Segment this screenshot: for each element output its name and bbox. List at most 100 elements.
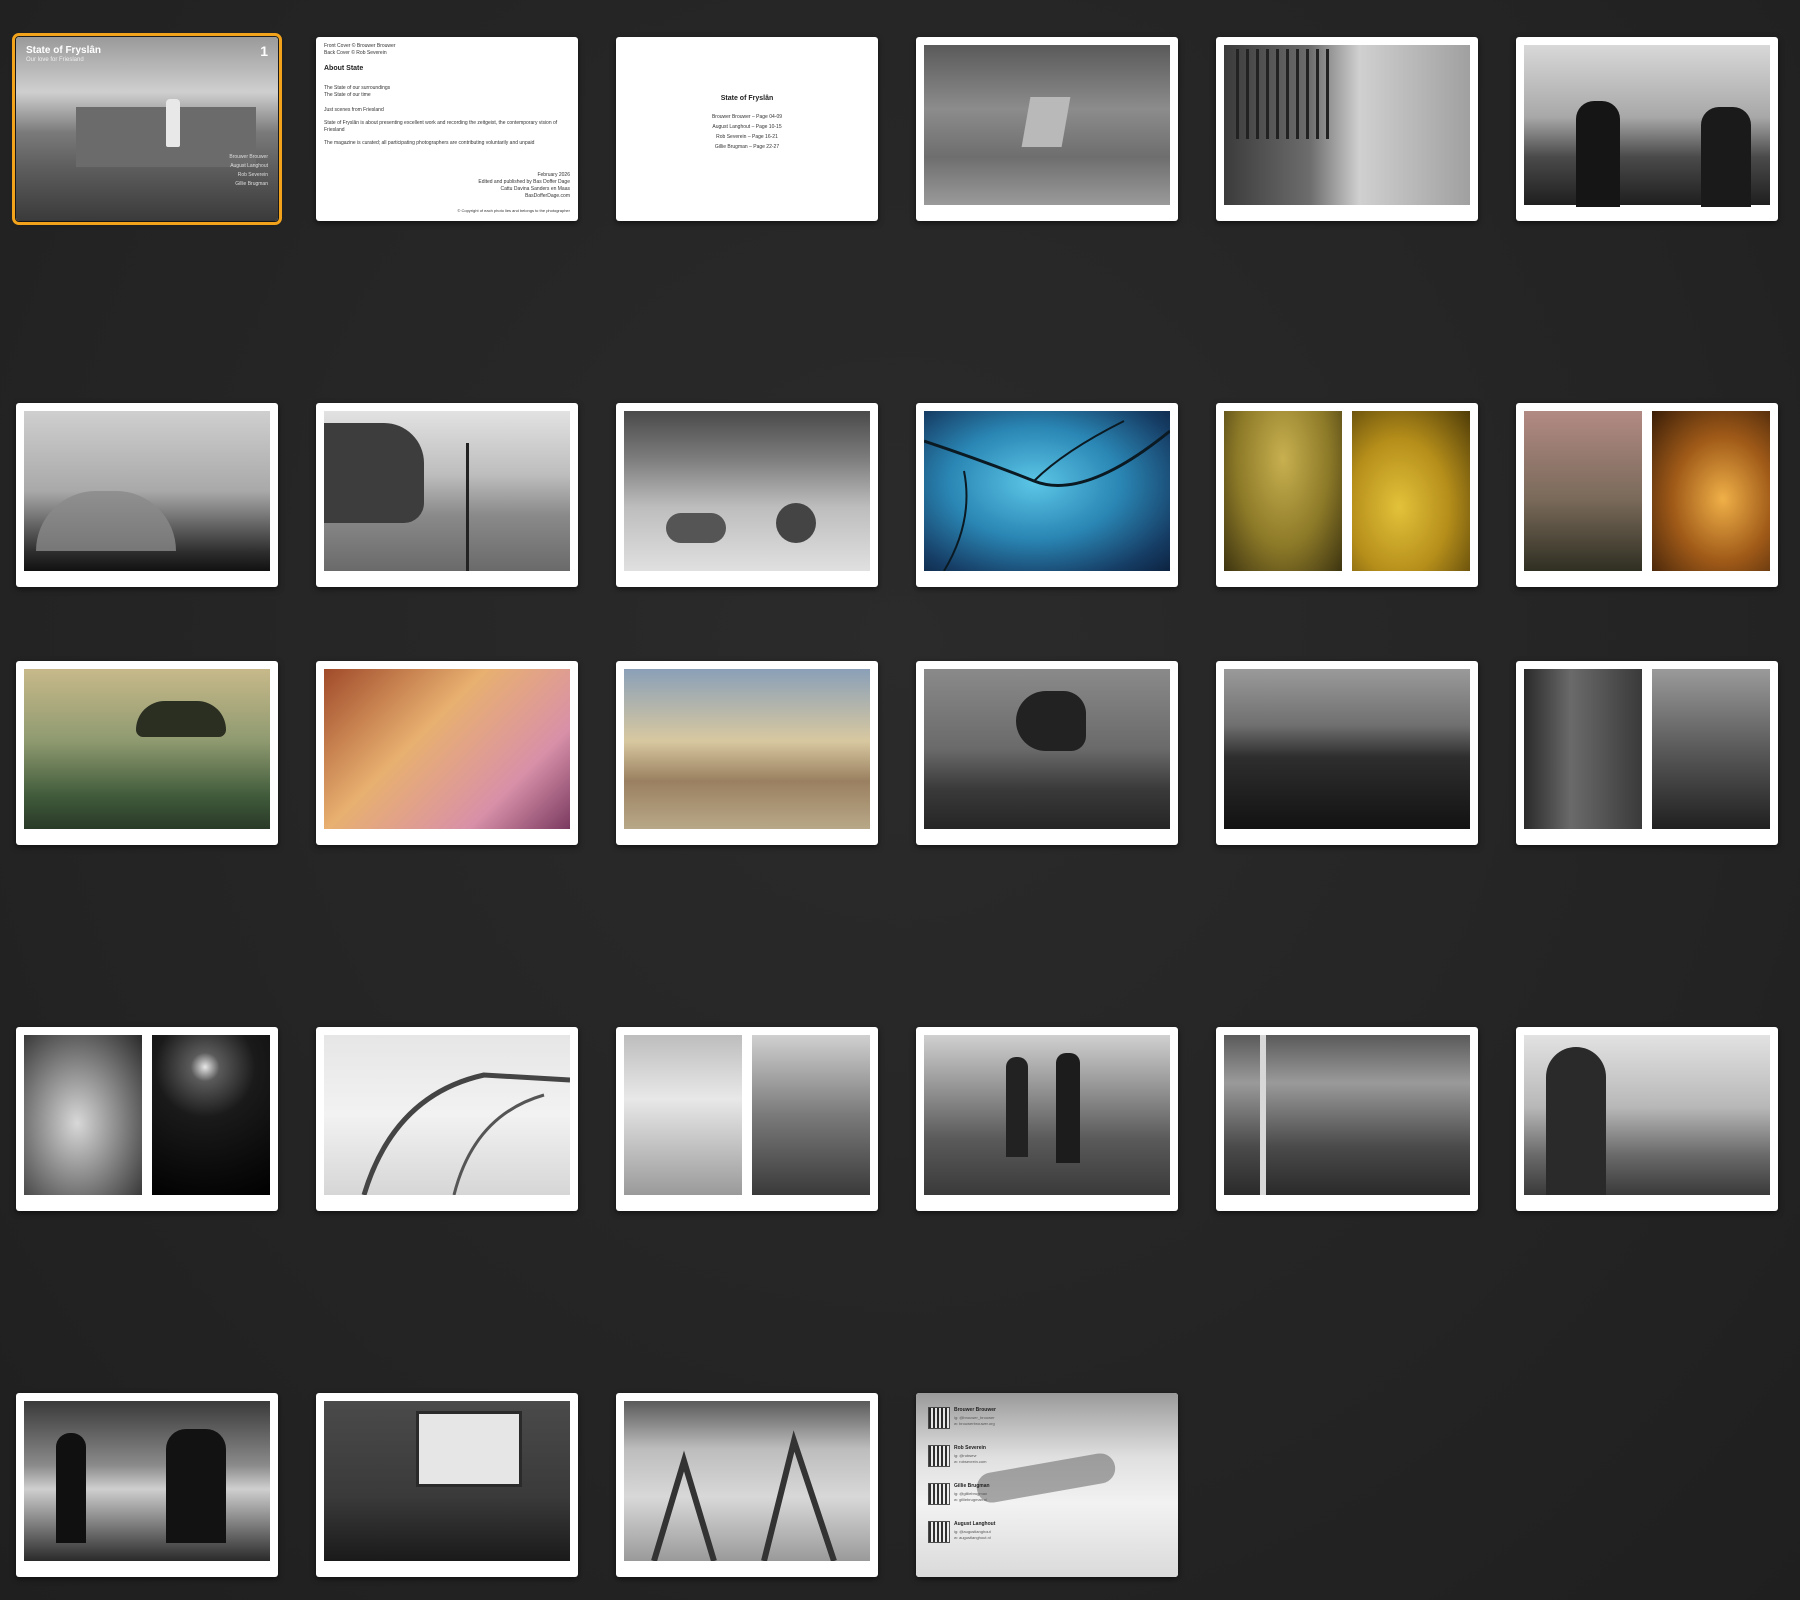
person-shape	[776, 503, 816, 543]
photo-green-pine	[24, 669, 270, 829]
qr-code-icon[interactable]	[928, 1483, 950, 1505]
contents-list: Brouwer Brouwer – Page 04-09 August Lang…	[616, 112, 878, 152]
page-thumbnail[interactable]	[316, 661, 578, 845]
photo-pink-tree	[1524, 411, 1642, 571]
page-thumbnail[interactable]	[616, 1027, 878, 1211]
man-shape	[1701, 107, 1751, 207]
page-thumbnail[interactable]	[316, 403, 578, 587]
footer-line: Cattu Davina Sanders en Maas	[500, 186, 570, 192]
page-thumbnail-contents[interactable]: State of Fryslân Brouwer Brouwer – Page …	[616, 37, 878, 221]
footer-line: February 2026	[537, 172, 570, 178]
cover-photographers: Brouwer Brouwer August Langhout Rob Seve…	[229, 153, 268, 189]
about-line: The magazine is curated; all participati…	[324, 140, 535, 146]
page-thumbnail-back-cover[interactable]: Brouwer Brouwer ig: @brouwer_brouwer w: …	[916, 1393, 1178, 1577]
footer-line: BasDofferDage.com	[525, 193, 570, 199]
page-thumbnail[interactable]	[616, 661, 878, 845]
page-thumbnail[interactable]	[1516, 37, 1778, 221]
photo-autumn-mist	[324, 669, 570, 829]
snow-track-graphic	[361, 1072, 570, 1195]
footer-line: Edited and published by Bas Doffer Dage	[478, 179, 570, 185]
window-shape	[416, 1411, 522, 1487]
child-shape	[166, 1429, 226, 1543]
cyclist-shape	[1546, 1047, 1606, 1195]
qr-code-icon[interactable]	[928, 1521, 950, 1543]
photo-snow-tracks	[624, 1035, 742, 1195]
page-thumbnail-about[interactable]: Front Cover © Brouwer Brouwer Back Cover…	[316, 37, 578, 221]
contact-line: w: robsevrein.com	[954, 1459, 987, 1464]
photo-log-gathering	[924, 1035, 1170, 1195]
page-thumbnail[interactable]	[316, 1393, 578, 1577]
about-footer: February 2026 Edited and published by Ba…	[478, 172, 570, 200]
contact-line: ig: @robsevr	[954, 1453, 977, 1458]
about-text: The State of our surroundings The State …	[324, 85, 564, 147]
page-thumbnail-cover[interactable]: State of Fryslân Our love for Friesland …	[12, 33, 282, 225]
child-shape	[56, 1433, 86, 1543]
cover-subtitle: Our love for Friesland	[26, 57, 84, 63]
page-thumbnail[interactable]	[616, 1393, 878, 1577]
photo-old-house	[1652, 669, 1770, 829]
cover-name: Brouwer Brouwer	[229, 154, 268, 160]
about-line: The State of our surroundings	[324, 85, 391, 91]
page-thumbnail[interactable]	[16, 403, 278, 587]
credit-line: Front Cover © Brouwer Brouwer	[324, 43, 396, 49]
contact-line: w: gilliebrugman.nl	[954, 1497, 988, 1502]
cover-name: Gillie Brugman	[235, 181, 268, 187]
person-shape	[666, 513, 726, 543]
page-thumbnail[interactable]	[316, 1027, 578, 1211]
qr-code-icon[interactable]	[928, 1445, 950, 1467]
photo-dark-water	[1224, 669, 1470, 829]
page-thumbnail[interactable]	[16, 1393, 278, 1577]
page-thumbnail[interactable]	[1216, 661, 1478, 845]
photo-cyclists-track	[624, 411, 870, 571]
contents-entry: Brouwer Brouwer – Page 04-09	[711, 114, 783, 120]
photo-amber-tree	[1652, 411, 1770, 571]
about-heading: About State	[324, 65, 364, 72]
qr-code-icon[interactable]	[928, 1407, 950, 1429]
photo-blurred-trees	[1524, 669, 1642, 829]
contact-block: Brouwer Brouwer ig: @brouwer_brouwer w: …	[928, 1407, 1068, 1431]
branches-graphic	[924, 420, 1170, 571]
page-thumbnail[interactable]	[916, 1027, 1178, 1211]
page-thumbnail[interactable]	[1516, 1027, 1778, 1211]
contact-block: August Langhout ig: @augustlanghout w: a…	[928, 1521, 1068, 1545]
contact-line: ig: @gilliebrugman	[954, 1491, 988, 1496]
page-thumbnail[interactable]	[1516, 403, 1778, 587]
credits: Front Cover © Brouwer Brouwer Back Cover…	[324, 43, 395, 57]
page-thumbnail[interactable]	[616, 403, 878, 587]
tree-shape	[1016, 691, 1086, 751]
page-thumbnail[interactable]	[1216, 403, 1478, 587]
contact-name: Brouwer Brouwer	[954, 1407, 996, 1413]
cover-name: August Langhout	[230, 163, 268, 169]
contact-line: w: brouwerbrouwer.org	[954, 1421, 995, 1426]
car-shape	[324, 423, 424, 523]
contents-heading: State of Fryslân	[720, 95, 774, 102]
about-line: Just scenes from Friesland	[324, 107, 384, 113]
photo-bearded-man	[24, 1035, 142, 1195]
pole-shape	[466, 443, 469, 571]
contact-name: August Langhout	[954, 1521, 996, 1527]
page-thumbnail[interactable]	[916, 661, 1178, 845]
page-thumbnail[interactable]	[1516, 661, 1778, 845]
person-shape	[1056, 1053, 1080, 1163]
page-thumbnail[interactable]	[916, 37, 1178, 221]
photo-olive-tree	[1224, 411, 1342, 571]
cover-title: State of Fryslân	[26, 45, 102, 56]
shadow-graphic	[651, 1430, 837, 1561]
contents-entry: August Langhout – Page 10-15	[712, 124, 782, 130]
page-thumbnail[interactable]	[16, 661, 278, 845]
page-thumbnail[interactable]	[916, 403, 1178, 587]
copyright: © Copyright of each photo lies and belon…	[457, 208, 570, 213]
page-thumbnail[interactable]	[16, 1027, 278, 1211]
photo-golden-tree	[1352, 411, 1470, 571]
contents-entry: Rob Severein – Page 16-21	[716, 134, 778, 140]
tree-canopy-shape	[136, 701, 226, 737]
page-thumbnail[interactable]	[1216, 1027, 1478, 1211]
contact-name: Gillie Brugman	[954, 1483, 990, 1489]
contents-entry: Gillie Brugman – Page 22-27	[714, 144, 780, 150]
page-thumbnail[interactable]	[1216, 37, 1478, 221]
contact-line: w: augustlanghout.nl	[954, 1535, 991, 1540]
contact-name: Rob Severein	[954, 1445, 986, 1451]
photo-night-moon	[152, 1035, 270, 1195]
contact-line: ig: @brouwer_brouwer	[954, 1415, 995, 1420]
about-line: The State of our time	[324, 92, 371, 98]
